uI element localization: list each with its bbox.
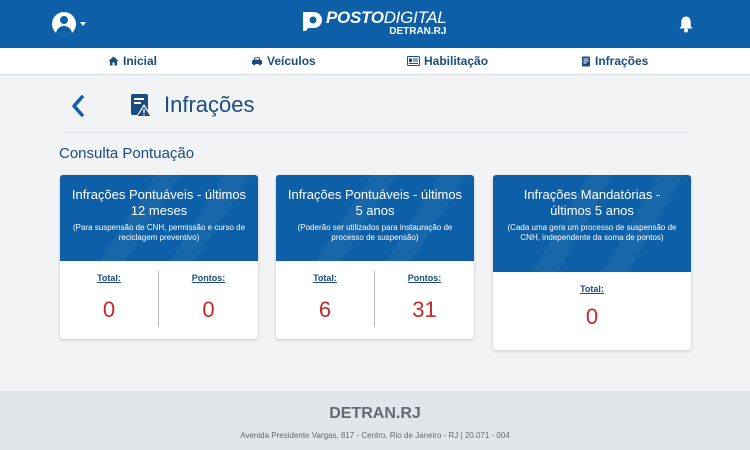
card-mandatorias-5-anos: Infrações Mandatórias - últimos 5 anos (… <box>493 175 691 350</box>
points-stat: Pontos: 31 <box>375 273 474 323</box>
license-card-icon <box>407 56 420 66</box>
logo-text-light: DIGITAL <box>383 8 447 27</box>
infraction-icon <box>582 56 590 66</box>
card-description: (Para suspensão de CNH, permissão e curs… <box>72 223 246 242</box>
card-pontuaveis-12-meses: Infrações Pontuáveis - últimos 12 meses … <box>60 175 258 339</box>
card-pontuaveis-5-anos: Infrações Pontuáveis - últimos 5 anos (P… <box>276 175 474 339</box>
points-value: 31 <box>412 297 437 322</box>
top-bar: POSTODIGITAL DETRAN.RJ <box>0 0 750 48</box>
points-stat: Pontos: 0 <box>159 273 258 323</box>
card-description: (Cada uma gera um processo de suspensão … <box>507 223 677 242</box>
page-title: Infrações <box>164 92 255 117</box>
nav-item-veiculos[interactable]: Veículos <box>251 54 316 68</box>
infraction-document-icon <box>131 94 152 117</box>
home-icon <box>108 56 119 66</box>
total-stat: Total: 0 <box>60 273 158 323</box>
card-title: Infrações Pontuáveis - últimos 5 anos <box>287 187 463 218</box>
nav-item-inicial[interactable]: Inicial <box>108 54 157 68</box>
card-title: Infrações Mandatórias - últimos 5 anos <box>523 187 661 218</box>
total-label[interactable]: Total: <box>60 273 158 283</box>
card-title: Infrações Pontuáveis - últimos 12 meses <box>71 187 247 218</box>
card-body: Total: 6 Pontos: 31 <box>276 261 474 339</box>
car-icon <box>252 57 262 66</box>
footer-title: DETRAN.RJ <box>329 405 421 422</box>
card-body: Total: 0 <box>493 272 691 350</box>
nav-label: Veículos <box>267 54 316 68</box>
total-stat: Total: 6 <box>276 273 374 323</box>
back-arrow-icon[interactable] <box>68 94 88 118</box>
user-menu-button[interactable] <box>52 12 86 36</box>
card-header: Infrações Mandatórias - últimos 5 anos (… <box>493 175 691 272</box>
logo-mark-icon <box>303 12 322 31</box>
card-header: Infrações Pontuáveis - últimos 12 meses … <box>60 175 258 261</box>
total-label[interactable]: Total: <box>493 284 691 294</box>
page-header: Infrações <box>60 88 692 133</box>
section-title: Consulta Pontuação <box>59 145 195 162</box>
footer: DETRAN.RJ Avenida Presidente Vargas, 817… <box>0 391 750 450</box>
total-value: 0 <box>585 304 599 329</box>
logo-subtext: DETRAN.RJ <box>389 26 447 37</box>
points-label[interactable]: Pontos: <box>375 273 474 283</box>
nav-label: Infrações <box>595 54 649 68</box>
nav-label: Inicial <box>123 54 158 68</box>
total-label[interactable]: Total: <box>276 273 374 283</box>
logo-text-bold: POSTO <box>326 8 384 27</box>
card-description: (Poderão ser utilizados para instauração… <box>297 223 453 242</box>
card-header: Infrações Pontuáveis - últimos 5 anos (P… <box>276 175 474 261</box>
user-avatar-icon <box>52 12 76 36</box>
main-nav: Inicial Veículos Habilitação Infrações <box>0 48 750 75</box>
nav-item-infracoes[interactable]: Infrações <box>581 54 648 68</box>
caret-down-icon <box>80 22 86 26</box>
points-label[interactable]: Pontos: <box>159 273 258 283</box>
total-stat: Total: 0 <box>493 284 691 330</box>
total-value: 0 <box>102 297 116 322</box>
notification-bell-icon[interactable] <box>678 15 694 33</box>
total-value: 6 <box>318 297 332 322</box>
posto-digital-logo[interactable]: POSTODIGITAL DETRAN.RJ <box>300 8 447 37</box>
points-value: 0 <box>202 297 215 322</box>
footer-address: Avenida Presidente Vargas, 817 - Centro,… <box>240 431 510 440</box>
card-body: Total: 0 Pontos: 0 <box>60 261 258 339</box>
nav-label: Habilitação <box>424 54 489 68</box>
nav-item-habilitacao[interactable]: Habilitação <box>407 54 488 68</box>
